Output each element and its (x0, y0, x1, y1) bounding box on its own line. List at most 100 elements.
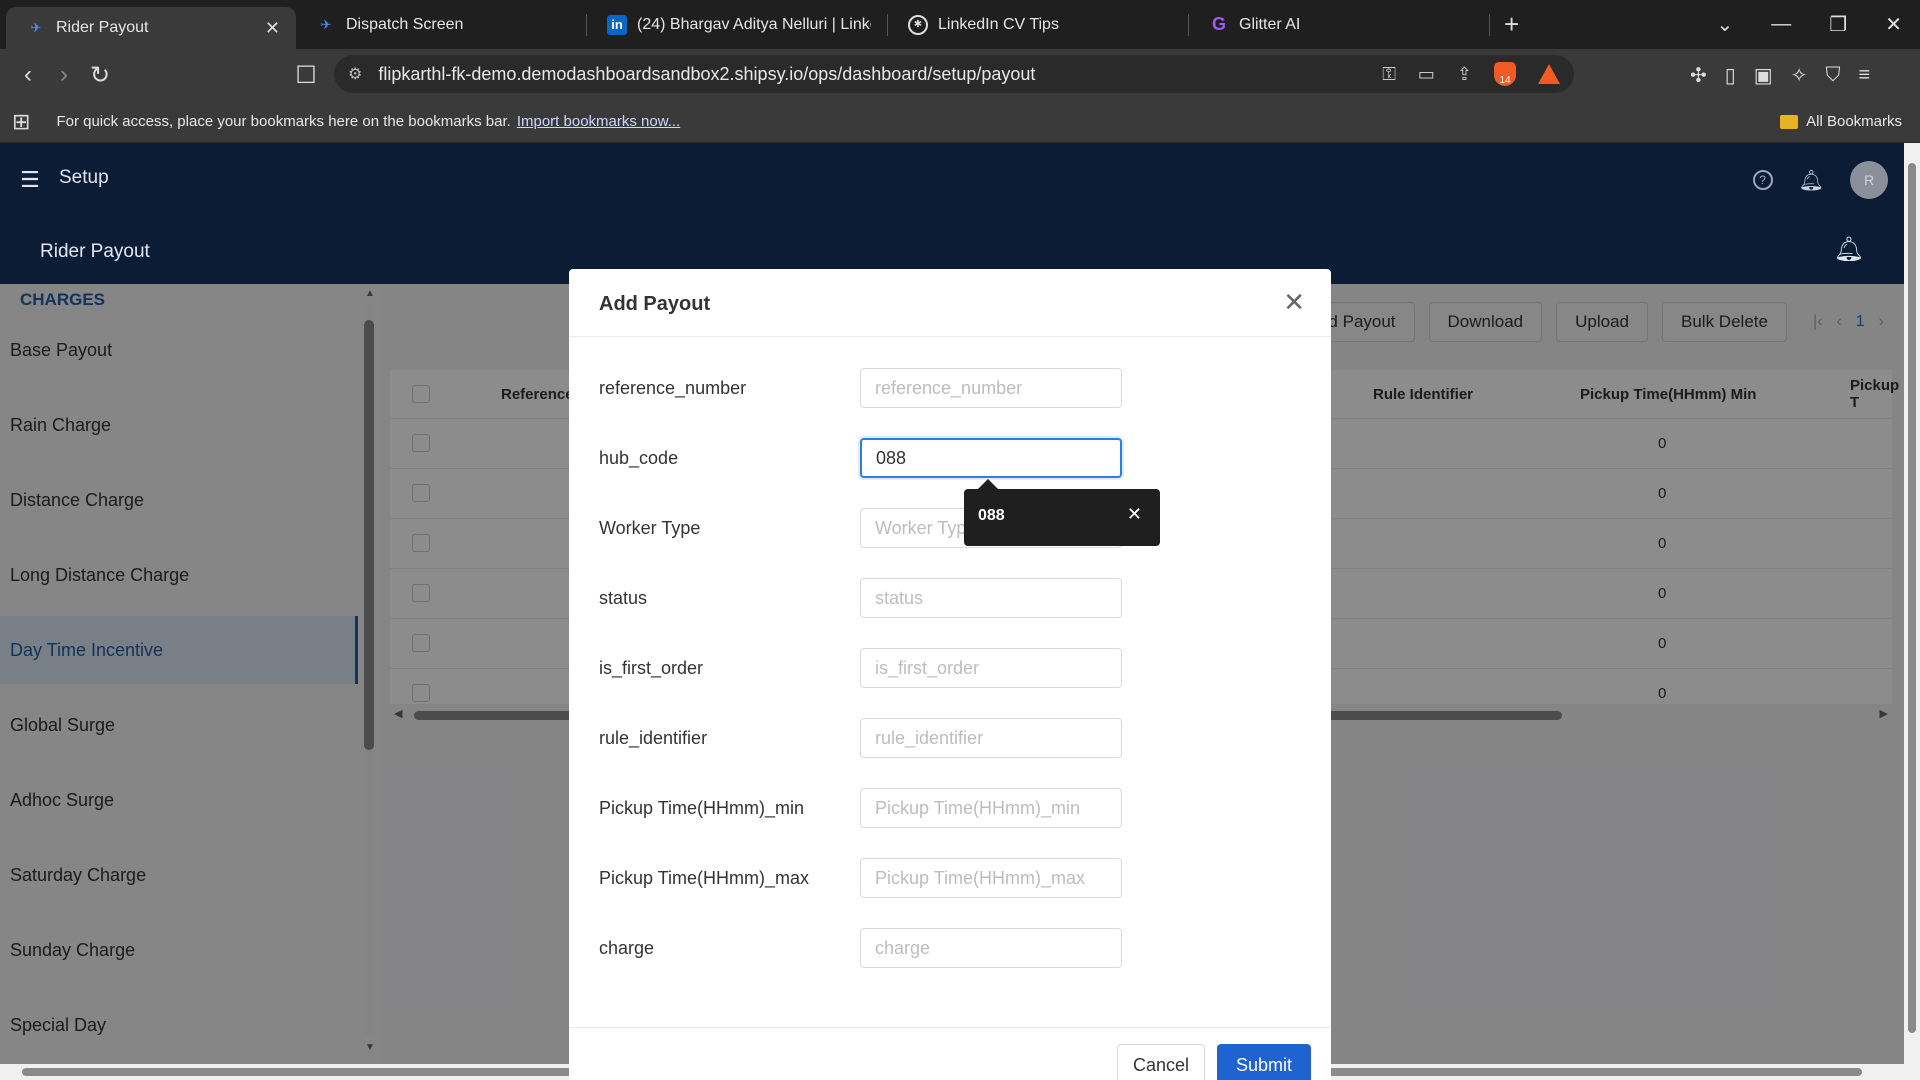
pickup-time-max-input[interactable] (860, 858, 1122, 898)
form-row-status: status (599, 578, 1299, 618)
field-label: reference_number (599, 378, 747, 398)
field-label: Pickup Time(HHmm)_min (599, 798, 805, 818)
tab-dispatch-screen[interactable]: ✈ Dispatch Screen (296, 0, 586, 49)
browser-tab-bar: ✈ Rider Payout ✕ ✈ Dispatch Screen in (2… (0, 0, 1920, 49)
glitter-icon: G (1211, 14, 1226, 34)
import-bookmarks-link[interactable]: Import bookmarks now... (517, 113, 680, 130)
close-icon[interactable]: ✕ (1283, 287, 1305, 318)
field-label: Pickup Time(HHmm)_max (599, 868, 810, 888)
form-row-pickup-time-max: Pickup Time(HHmm)_max (599, 858, 1299, 898)
modal-footer: Cancel Submit (569, 1027, 1331, 1080)
close-tab-icon[interactable]: ✕ (265, 18, 280, 39)
leo-ai-icon[interactable]: ✧ (1791, 63, 1808, 88)
url-text[interactable]: flipkarthl-fk-demo.demodashboardsandbox2… (378, 64, 1035, 85)
cancel-button[interactable]: Cancel (1117, 1044, 1205, 1080)
all-bookmarks-button[interactable]: All Bookmarks (1780, 113, 1902, 130)
form-row-rule-identifier: rule_identifier (599, 718, 1299, 758)
field-label: rule_identifier (599, 728, 708, 748)
tab-glitter-ai[interactable]: G Glitter AI (1189, 0, 1489, 49)
window-controls: ⌄ — ❐ ✕ (1717, 12, 1920, 37)
add-payout-modal: Add Payout ✕ reference_number hub_code W… (569, 269, 1331, 1080)
tab-linkedin-cv-tips[interactable]: ✱ LinkedIn CV Tips (888, 0, 1188, 49)
help-icon[interactable]: ? (1752, 170, 1773, 190)
restore-icon[interactable]: ❐ (1829, 12, 1847, 37)
hamburger-menu-icon[interactable]: ☰ (20, 167, 40, 193)
hub-code-input[interactable] (860, 438, 1122, 478)
share-icon[interactable]: ⇪ (1457, 64, 1472, 85)
extensions-icon[interactable]: ✣ (1690, 63, 1707, 88)
openai-icon: ✱ (908, 14, 928, 35)
field-label: charge (599, 938, 655, 958)
omnibox-actions: ⚿ ▭ ⇪ 14 (1382, 55, 1560, 93)
wallet-icon[interactable]: ▣ (1754, 63, 1773, 88)
notification-bell-icon[interactable]: 🔔︎ (1799, 168, 1824, 193)
tab-separator (1489, 13, 1490, 36)
page-vertical-scrollbar[interactable] (1904, 143, 1920, 1080)
rule-identifier-input[interactable] (860, 718, 1122, 758)
app-header: ☰ Setup ? 🔔︎ R Rider Payout 🔔︎ (0, 143, 1904, 284)
form-row-pickup-time-min: Pickup Time(HHmm)_min (599, 788, 1299, 828)
address-toolbar: ‹ › ↻ ☐ ⚙ flipkarthl-fk-demo.demodashboa… (0, 49, 1920, 101)
tab-label: LinkedIn CV Tips (938, 15, 1059, 33)
new-tab-icon[interactable]: + (1504, 9, 1519, 40)
brave-rewards-icon[interactable] (1538, 64, 1560, 84)
menu-icon[interactable]: ≡ (1858, 64, 1870, 87)
sidebar-toggle-icon[interactable]: ▯ (1725, 63, 1736, 88)
form-row-is-first-order: is_first_order (599, 648, 1299, 688)
tab-label: (24) Bhargav Aditya Nelluri | LinkedI (637, 15, 871, 33)
status-input[interactable] (860, 578, 1122, 618)
form-row-worker-type: Worker Type (599, 508, 1299, 548)
back-icon[interactable]: ‹ (10, 61, 46, 89)
avatar[interactable]: R (1850, 161, 1888, 199)
apps-grid-icon[interactable]: ⊞ (12, 109, 30, 135)
tab-linkedin-profile[interactable]: in (24) Bhargav Aditya Nelluri | LinkedI (587, 0, 887, 49)
suggestion-value[interactable]: 088 (978, 507, 1005, 525)
bookmark-icon[interactable]: ☐ (288, 61, 324, 90)
reload-icon[interactable]: ↻ (82, 61, 118, 90)
field-label: status (599, 588, 648, 608)
linkedin-icon: in (607, 14, 627, 35)
form-row-hub-code: hub_code (599, 438, 1299, 478)
forward-icon[interactable]: › (46, 61, 82, 89)
page-notification-icon[interactable]: 🔔︎ (1834, 235, 1864, 264)
folder-icon (1780, 114, 1799, 129)
close-window-icon[interactable]: ✕ (1885, 12, 1902, 37)
shipsy-icon: ✈ (320, 16, 332, 32)
field-label: Worker Type (599, 518, 701, 538)
submit-button[interactable]: Submit (1217, 1044, 1311, 1080)
modal-title: Add Payout (599, 293, 711, 315)
field-label: is_first_order (599, 658, 704, 678)
pickup-time-min-input[interactable] (860, 788, 1122, 828)
password-key-icon[interactable]: ⚿ (1382, 64, 1396, 85)
omnibox[interactable]: ⚙ flipkarthl-fk-demo.demodashboardsandbo… (334, 55, 1574, 93)
form-row-charge: charge (599, 928, 1299, 968)
charge-input[interactable] (860, 928, 1122, 968)
bookmarks-bar: ⊞ For quick access, place your bookmarks… (0, 101, 1920, 143)
bookmarks-hint: For quick access, place your bookmarks h… (56, 113, 511, 130)
brave-badge: 14 (1499, 75, 1511, 86)
is-first-order-input[interactable] (860, 648, 1122, 688)
cast-icon[interactable]: ▭ (1418, 64, 1435, 85)
tab-label: Dispatch Screen (346, 15, 464, 33)
reference-number-input[interactable] (860, 368, 1122, 408)
autocomplete-suggestion[interactable]: 088 ✕ (964, 479, 1160, 546)
dismiss-suggestion-icon[interactable]: ✕ (1127, 504, 1142, 525)
vpn-icon[interactable]: ⛉ (1825, 64, 1840, 87)
field-label: hub_code (599, 448, 679, 468)
form-row-reference-number: reference_number (599, 368, 1299, 408)
extensions-area: ✣ ▯ ▣ ✧ ⛉ ≡ (1690, 49, 1870, 101)
brave-shields-icon[interactable]: 14 (1494, 62, 1516, 86)
tab-rider-payout[interactable]: ✈ Rider Payout ✕ (6, 7, 296, 49)
modal-header: Add Payout ✕ (569, 269, 1331, 337)
minimize-icon[interactable]: — (1771, 13, 1791, 36)
page-scroll-thumb[interactable] (1908, 163, 1916, 1033)
tab-label: Glitter AI (1239, 15, 1301, 33)
all-bookmarks-label: All Bookmarks (1806, 113, 1902, 130)
header-title: Setup (59, 167, 109, 188)
page-title: Rider Payout (40, 241, 150, 262)
header-actions: ? 🔔︎ R (1752, 161, 1888, 199)
site-info-icon[interactable]: ⚙ (348, 64, 362, 84)
tab-label: Rider Payout (56, 19, 149, 36)
shipsy-icon: ✈ (30, 20, 42, 35)
tab-search-icon[interactable]: ⌄ (1717, 12, 1734, 37)
